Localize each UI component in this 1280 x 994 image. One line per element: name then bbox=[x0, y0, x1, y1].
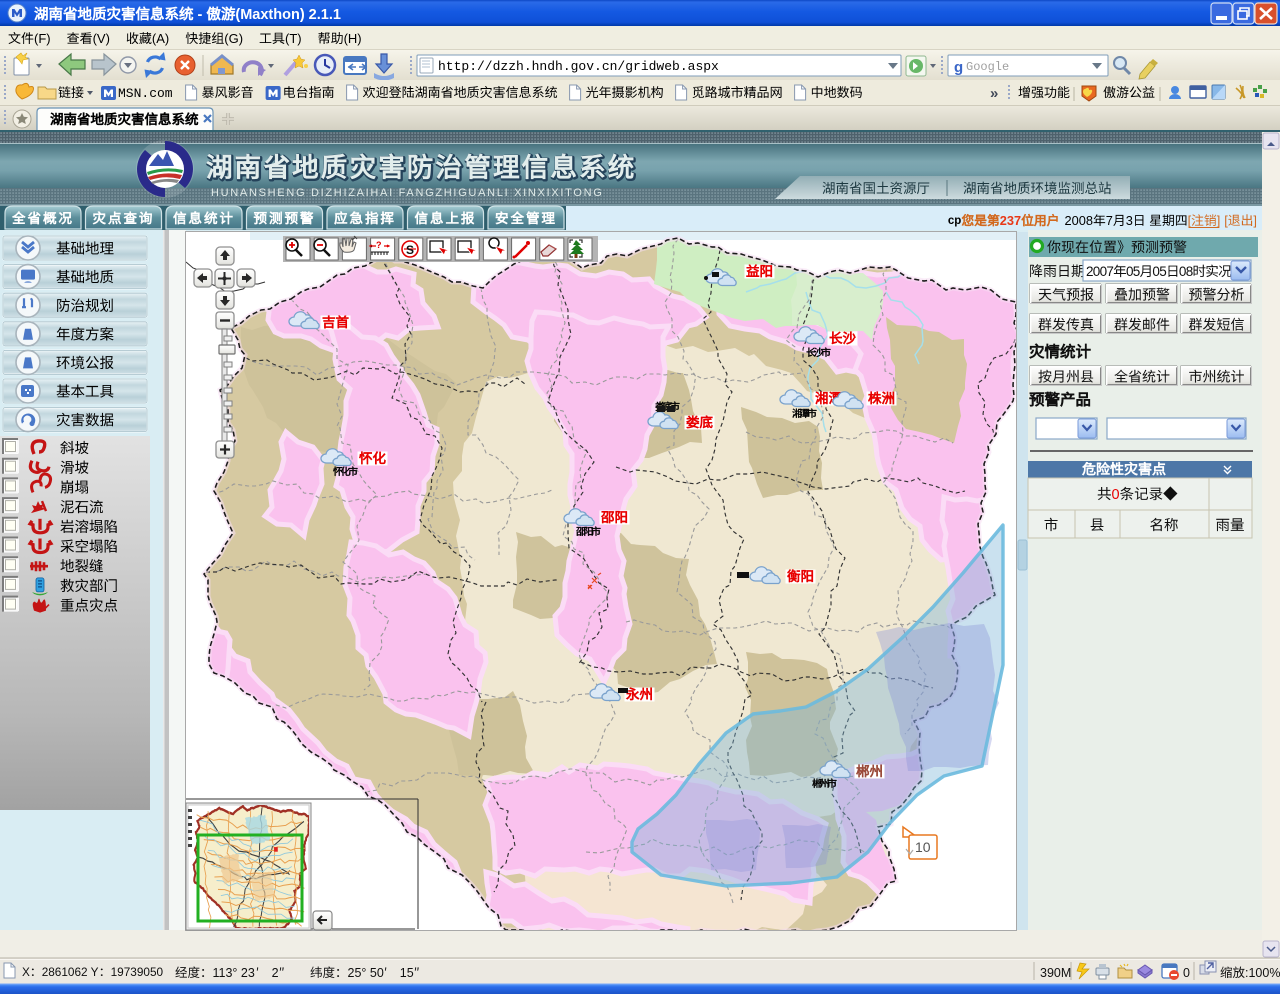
svg-text:S: S bbox=[406, 243, 414, 257]
svg-text:]: ] bbox=[1253, 213, 1257, 228]
svg-text:390M: 390M bbox=[1040, 966, 1071, 980]
svg-text:2861062 Y: 2861062 Y bbox=[42, 965, 99, 979]
svg-text:]: ] bbox=[1217, 213, 1221, 228]
svg-text:05: 05 bbox=[1152, 264, 1166, 279]
svg-text:X: X bbox=[22, 965, 30, 979]
svg-text:(T): (T) bbox=[285, 31, 302, 46]
svg-text:2: 2 bbox=[268, 966, 278, 980]
svg-text:113° 23: 113° 23 bbox=[213, 966, 255, 980]
svg-text:25° 50: 25° 50 bbox=[348, 966, 384, 980]
svg-text:(H): (H) bbox=[344, 31, 362, 46]
svg-text:Google: Google bbox=[966, 60, 1009, 74]
svg-text:19739050: 19739050 bbox=[111, 965, 164, 979]
svg-text:15: 15 bbox=[396, 966, 413, 980]
svg-text:(A): (A) bbox=[152, 31, 169, 46]
svg-text:2007: 2007 bbox=[1086, 264, 1113, 279]
svg-text:[: [ bbox=[1188, 213, 1192, 228]
svg-text:http://dzzh.hndh.gov.cn/gridwe: http://dzzh.hndh.gov.cn/gridweb.aspx bbox=[438, 59, 719, 74]
svg-text:(V): (V) bbox=[93, 31, 110, 46]
svg-text:[: [ bbox=[1224, 213, 1228, 228]
svg-text:3: 3 bbox=[1126, 213, 1133, 228]
svg-text:(F): (F) bbox=[34, 31, 51, 46]
svg-text:10: 10 bbox=[915, 839, 931, 855]
svg-text:7: 7 bbox=[1106, 213, 1113, 228]
svg-text:0: 0 bbox=[1183, 966, 1190, 980]
svg-text:?: ? bbox=[376, 240, 382, 250]
svg-text:g: g bbox=[954, 59, 963, 76]
svg-text:»: » bbox=[990, 85, 998, 102]
svg-text:2008: 2008 bbox=[1065, 213, 1093, 228]
svg-text::100%: :100% bbox=[1245, 966, 1280, 980]
svg-text:MSN.com: MSN.com bbox=[118, 86, 173, 101]
svg-text:08: 08 bbox=[1179, 264, 1193, 279]
svg-text:-: - bbox=[194, 7, 207, 23]
svg-text:(Maxthon) 2.1.1: (Maxthon) 2.1.1 bbox=[235, 7, 341, 23]
svg-text:0: 0 bbox=[1112, 487, 1120, 503]
svg-text:05: 05 bbox=[1126, 264, 1140, 279]
svg-text:(G): (G) bbox=[224, 31, 243, 46]
svg-text:HUNANSHENG DIZHIZAIHAI FANGZHI: HUNANSHENG DIZHIZAIHAI FANGZHIGUANLI XIN… bbox=[211, 187, 604, 199]
svg-text:cp: cp bbox=[948, 215, 961, 227]
svg-text:237: 237 bbox=[1000, 213, 1021, 228]
